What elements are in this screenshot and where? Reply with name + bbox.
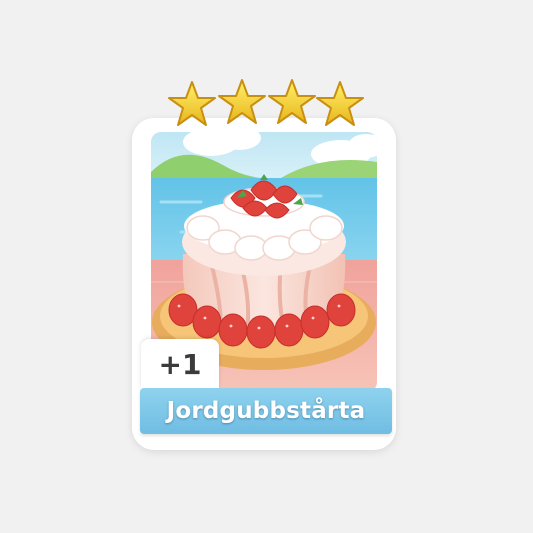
card-name: Jordgubbstårta: [166, 398, 366, 424]
sticker-card-view: +1 Jordgubbstårta: [0, 0, 533, 533]
card-name-banner: Jordgubbstårta: [140, 388, 392, 434]
star-icon: [218, 79, 266, 124]
star-icon: [168, 81, 216, 126]
card-count-badge: +1: [141, 339, 219, 389]
star-icon: [316, 81, 364, 126]
star-icon: [268, 79, 316, 124]
rating-stars: [160, 76, 375, 136]
